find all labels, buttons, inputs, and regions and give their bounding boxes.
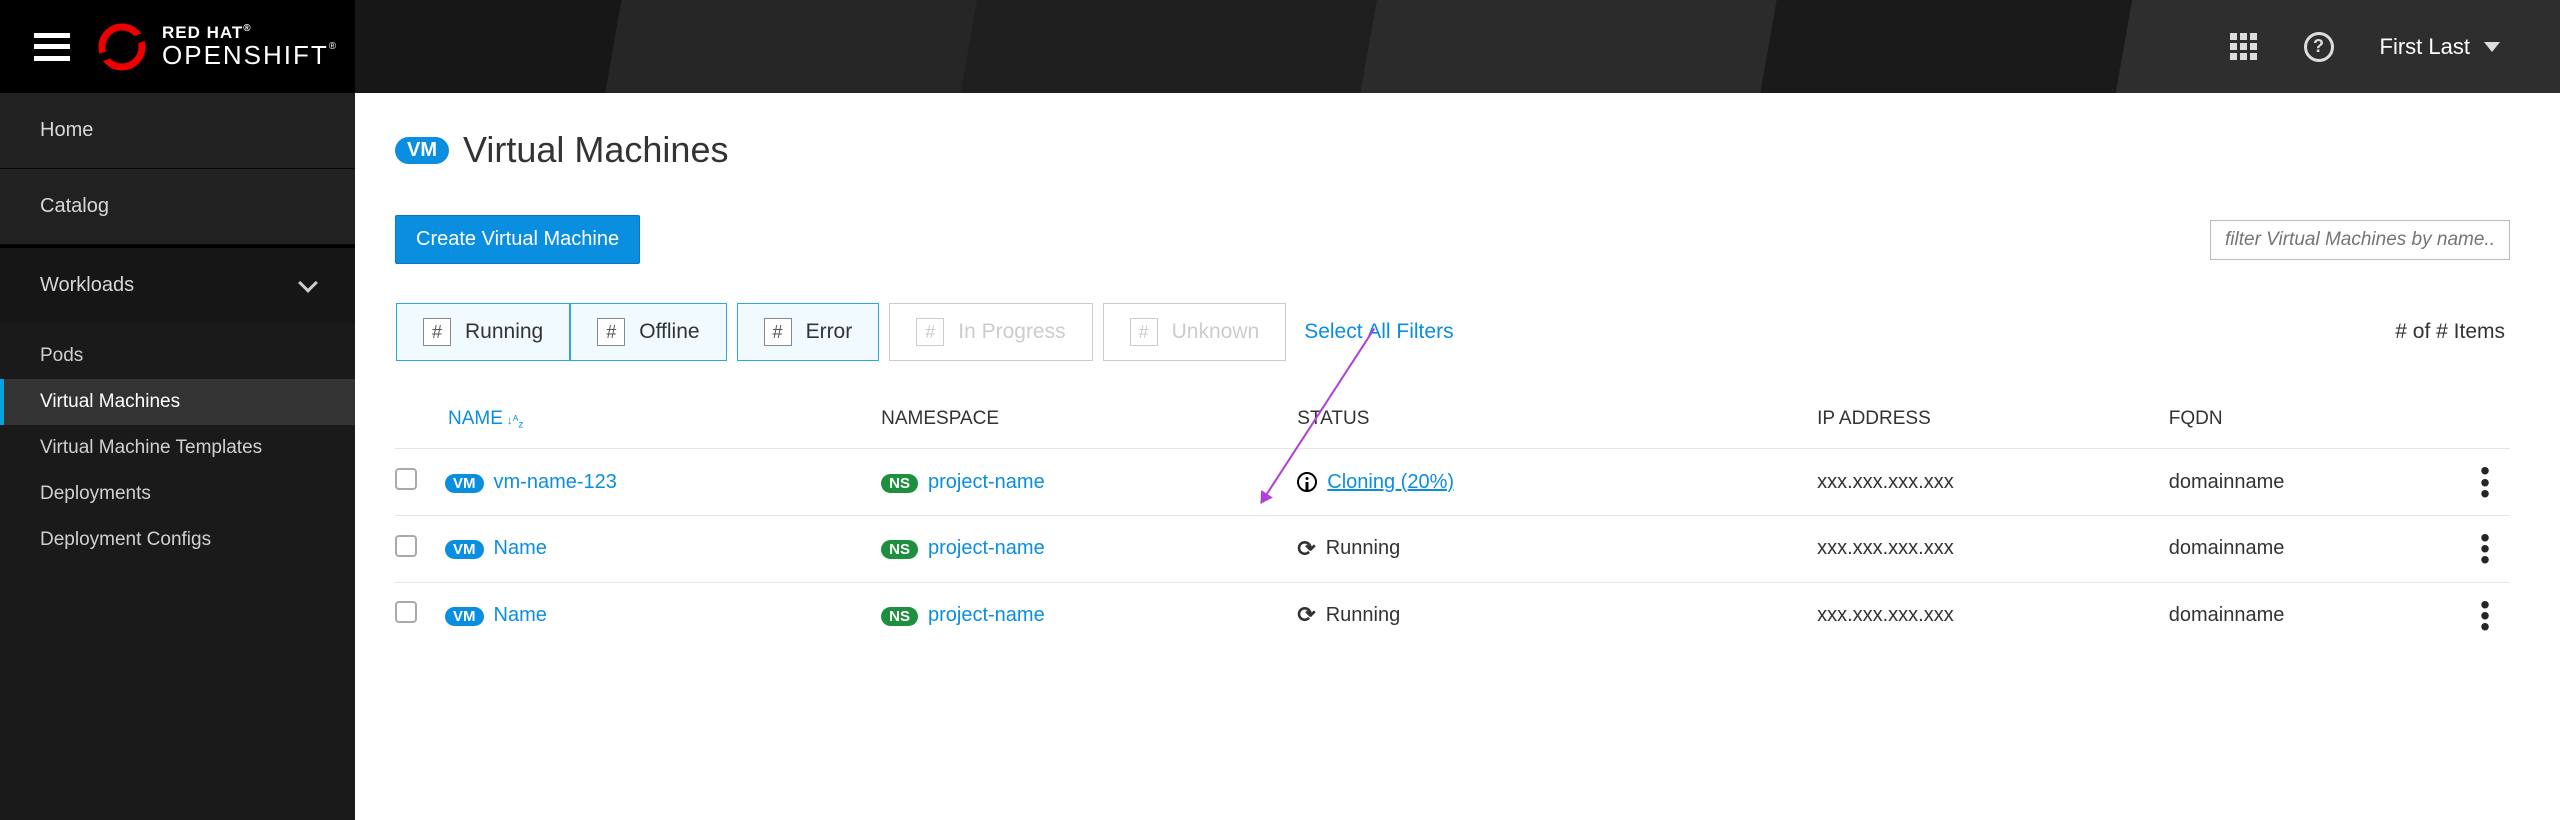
sidebar-item-home[interactable]: Home: [0, 93, 355, 168]
status-text: Running: [1326, 604, 1401, 627]
item-count: # of # Items: [2395, 320, 2505, 344]
app-launcher-icon[interactable]: [2230, 33, 2258, 60]
masthead-right: ? First Last: [355, 0, 2560, 93]
filter-count: #: [597, 318, 625, 346]
namespace-link[interactable]: project-name: [928, 604, 1045, 626]
masthead-left: RED HAT® OPENSHIFT®: [0, 0, 355, 93]
status-filter-bar: # Running # Offline # Error # In Progres…: [395, 302, 2510, 362]
row-kebab-menu[interactable]: •••: [2470, 599, 2500, 633]
vm-name-link[interactable]: vm-name-123: [494, 471, 617, 493]
openshift-logo-icon: [98, 23, 146, 71]
table-row: VM Name NS project-name ⟳ Running xxx.xxx.xxx.…: [395, 515, 2510, 582]
vm-badge: VM: [445, 607, 484, 626]
table-row: VM vm-name-123 NS project-name Cloning (20%)…: [395, 449, 2510, 516]
row-kebab-menu[interactable]: •••: [2470, 465, 2500, 499]
select-all-filters[interactable]: Select All Filters: [1304, 320, 1453, 344]
sync-icon: ⟳: [1297, 536, 1315, 562]
create-vm-button[interactable]: Create Virtual Machine: [395, 215, 640, 264]
namespace-link[interactable]: project-name: [928, 537, 1045, 559]
namespace-link[interactable]: project-name: [928, 471, 1045, 493]
page-badge: VM: [395, 137, 449, 164]
fqdn: domainname: [2169, 515, 2470, 582]
sync-icon: ⟳: [1297, 602, 1315, 628]
sidebar-item-virtual-machines[interactable]: Virtual Machines: [0, 379, 355, 425]
info-icon: [1297, 472, 1317, 492]
page-title: Virtual Machines: [463, 129, 728, 171]
hamburger-icon[interactable]: [34, 26, 70, 67]
filter-error[interactable]: # Error: [737, 303, 880, 361]
sidebar-group-label: Workloads: [40, 274, 134, 297]
filter-offline[interactable]: # Offline: [570, 303, 726, 361]
user-name: First Last: [2380, 34, 2470, 60]
col-fqdn[interactable]: FQDN: [2169, 390, 2470, 449]
filter-count: #: [423, 318, 451, 346]
filter-label: Offline: [639, 320, 699, 344]
sidebar-item-pods[interactable]: Pods: [0, 333, 355, 379]
row-checkbox[interactable]: [395, 535, 417, 557]
filter-count: #: [1130, 318, 1158, 346]
sidebar-group-workloads[interactable]: Workloads: [0, 245, 355, 323]
user-menu[interactable]: First Last: [2380, 34, 2500, 60]
chevron-down-icon: [2484, 42, 2500, 52]
ip-address: xxx.xxx.xxx.xxx: [1817, 582, 2169, 648]
masthead: RED HAT® OPENSHIFT® ? First Last: [0, 0, 2560, 93]
sidebar-item-catalog[interactable]: Catalog: [0, 169, 355, 244]
brand-text: RED HAT® OPENSHIFT®: [162, 24, 338, 69]
sidebar-item-vm-templates[interactable]: Virtual Machine Templates: [0, 425, 355, 471]
col-ip[interactable]: IP ADDRESS: [1817, 390, 2169, 449]
filter-label: Running: [465, 320, 543, 344]
vm-name-link[interactable]: Name: [494, 537, 547, 559]
filter-label: Error: [806, 320, 853, 344]
brand-line2: OPENSHIFT: [162, 40, 329, 70]
chevron-down-icon: [298, 273, 318, 293]
ns-badge: NS: [881, 474, 918, 493]
filter-by-name-input[interactable]: [2210, 220, 2510, 260]
sort-icon: ↓ᴬᴢ: [507, 413, 523, 427]
vm-name-link[interactable]: Name: [494, 604, 547, 626]
sidebar-item-deployments[interactable]: Deployments: [0, 471, 355, 517]
vm-badge: VM: [445, 540, 484, 559]
filter-label: Unknown: [1172, 320, 1260, 344]
vm-table: NAME↓ᴬᴢ NAMESPACE STATUS IP ADDRESS FQDN…: [395, 390, 2510, 648]
table-row: VM Name NS project-name ⟳ Running xxx.xxx.xxx.…: [395, 582, 2510, 648]
ns-badge: NS: [881, 607, 918, 626]
col-name[interactable]: NAME↓ᴬᴢ: [445, 390, 881, 449]
filter-unknown: # Unknown: [1103, 303, 1287, 361]
filter-running[interactable]: # Running: [396, 303, 570, 361]
toolbar: Create Virtual Machine: [395, 215, 2510, 264]
filter-count: #: [916, 318, 944, 346]
main-content: VM Virtual Machines Create Virtual Machi…: [355, 93, 2560, 820]
sidebar: Home Catalog Workloads Pods Virtual Mach…: [0, 93, 355, 820]
row-checkbox[interactable]: [395, 468, 417, 490]
help-icon[interactable]: ?: [2304, 32, 2334, 62]
filter-in-progress: # In Progress: [889, 303, 1092, 361]
status-text: Running: [1326, 537, 1401, 560]
sidebar-item-deployment-configs[interactable]: Deployment Configs: [0, 517, 355, 563]
fqdn: domainname: [2169, 582, 2470, 648]
col-namespace[interactable]: NAMESPACE: [881, 390, 1297, 449]
col-status[interactable]: STATUS: [1297, 390, 1697, 449]
ip-address: xxx.xxx.xxx.xxx: [1817, 515, 2169, 582]
filter-label: In Progress: [958, 320, 1065, 344]
sidebar-subnav: Pods Virtual Machines Virtual Machine Te…: [0, 323, 355, 573]
filter-count: #: [764, 318, 792, 346]
ns-badge: NS: [881, 540, 918, 559]
status-link[interactable]: Cloning (20%): [1327, 471, 1454, 494]
fqdn: domainname: [2169, 449, 2470, 516]
brand: RED HAT® OPENSHIFT®: [98, 23, 338, 71]
vm-badge: VM: [445, 474, 484, 493]
row-checkbox[interactable]: [395, 601, 417, 623]
page-header: VM Virtual Machines: [395, 129, 2510, 171]
row-kebab-menu[interactable]: •••: [2470, 532, 2500, 566]
ip-address: xxx.xxx.xxx.xxx: [1817, 449, 2169, 516]
